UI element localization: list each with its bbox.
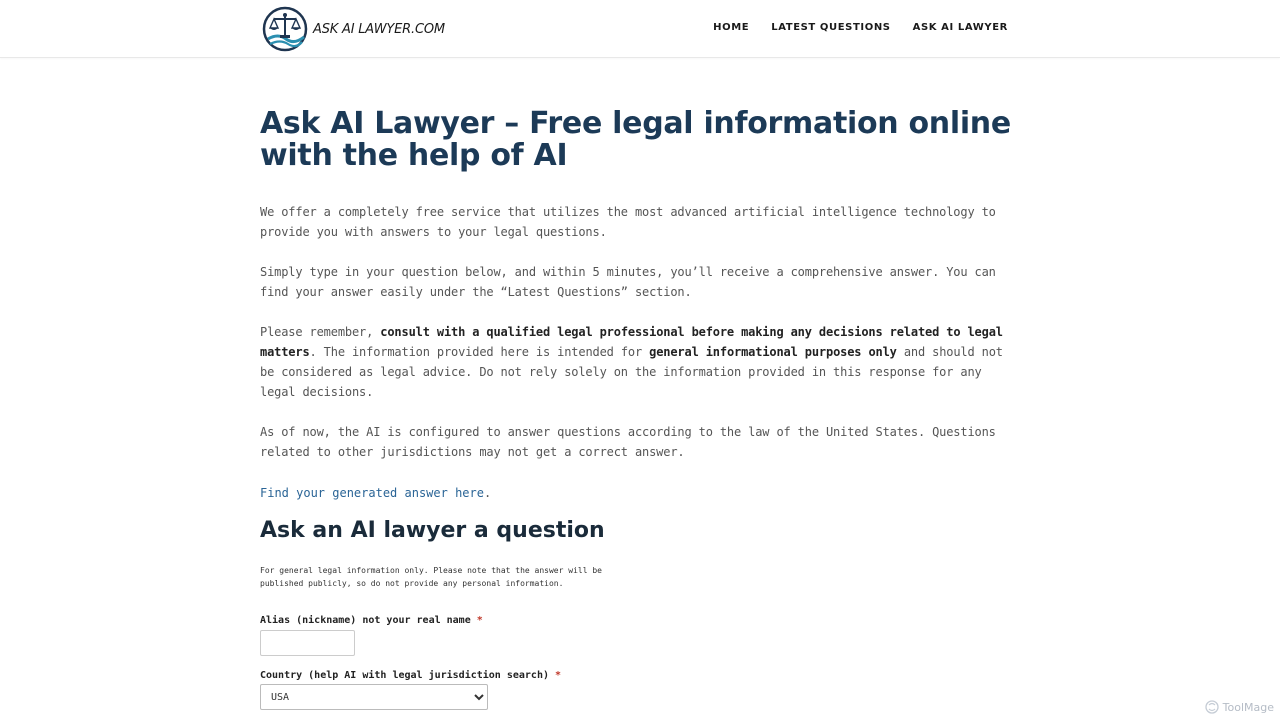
form-note: For general legal information only. Plea… <box>260 566 602 588</box>
scales-of-justice-icon <box>262 6 308 52</box>
disclaimer-text-a: Please remember, <box>260 325 381 339</box>
country-label: Country (help AI with legal jurisdiction… <box>260 670 1020 681</box>
answer-link-row: Find your generated answer here. <box>260 482 1020 501</box>
country-required-mark: * <box>555 670 562 681</box>
watermark-text: ToolMage <box>1222 700 1274 714</box>
answer-link-suffix: . <box>483 486 492 500</box>
form-title: Ask an AI lawyer a question <box>260 518 605 543</box>
alias-label: Alias (nickname) not your real name * <box>260 615 1020 626</box>
nav-home[interactable]: HOME <box>713 22 749 33</box>
country-select[interactable]: USA <box>260 684 488 710</box>
jurisdiction-paragraph: As of now, the AI is configured to answe… <box>260 425 996 459</box>
site-logo[interactable]: ASK AI LAWYER.COM <box>262 6 445 52</box>
site-header: ASK AI LAWYER.COM HOME LATEST QUESTIONS … <box>0 0 1280 58</box>
toolmage-watermark: ToolMage <box>1204 700 1274 714</box>
logo-text: ASK AI LAWYER.COM <box>313 21 445 37</box>
main-nav: HOME LATEST QUESTIONS ASK AI LAWYER <box>713 22 1008 33</box>
intro-paragraph: We offer a completely free service that … <box>260 205 996 239</box>
toolmage-logo-icon <box>1204 700 1219 714</box>
find-answer-link[interactable]: Find your generated answer here <box>260 486 484 500</box>
nav-ask-ai-lawyer[interactable]: ASK AI LAWYER <box>913 22 1008 33</box>
nav-latest-questions[interactable]: LATEST QUESTIONS <box>771 22 890 33</box>
alias-input[interactable] <box>260 630 355 656</box>
page-title: Ask AI Lawyer – Free legal information o… <box>260 106 1011 173</box>
disclaimer-paragraph: Please remember, consult with a qualifie… <box>260 322 1020 402</box>
disclaimer-bold-general: general informational purposes only <box>649 345 897 359</box>
country-label-text: Country (help AI with legal jurisdiction… <box>260 670 549 681</box>
alias-label-text: Alias (nickname) not your real name <box>260 615 471 626</box>
main-content: Ask AI Lawyer – Free legal information o… <box>260 108 1020 710</box>
disclaimer-text-c: . The information provided here is inten… <box>309 345 650 359</box>
alias-required-mark: * <box>476 615 483 626</box>
instructions-paragraph: Simply type in your question below, and … <box>260 265 996 299</box>
